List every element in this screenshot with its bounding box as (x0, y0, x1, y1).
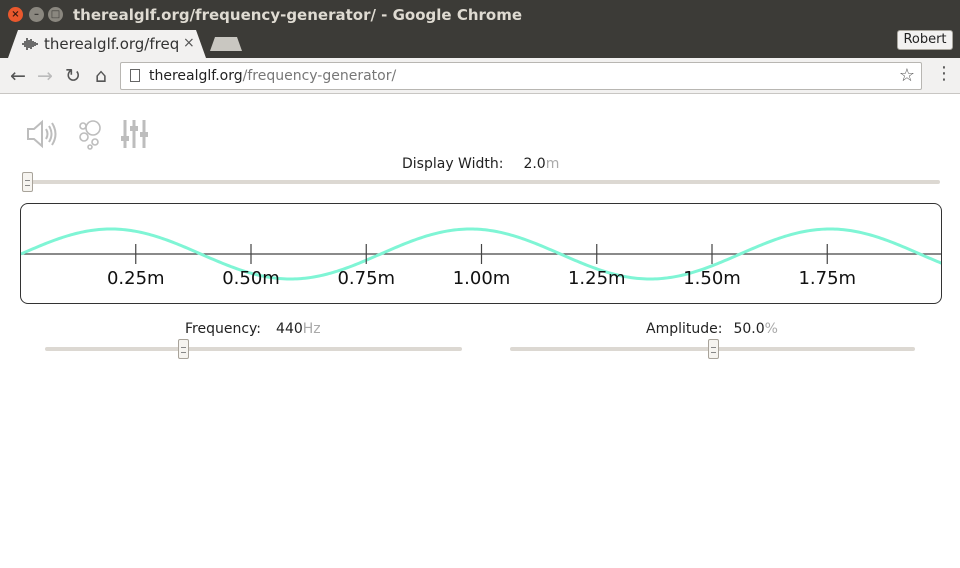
tab-close-icon[interactable]: × (183, 35, 195, 51)
display-width-slider-track[interactable] (22, 180, 940, 184)
waveform-tick-label: 1.50m (683, 268, 741, 289)
url-text[interactable]: therealglf.org/frequency-generator/ (149, 68, 396, 84)
window-close-button[interactable]: × (8, 7, 23, 22)
waveform-tick-label: 1.00m (453, 268, 511, 289)
bubbles-icon[interactable] (75, 117, 107, 151)
address-bar[interactable]: therealglf.org/frequency-generator/ ☆ (120, 62, 922, 90)
back-arrow-icon[interactable]: ← (6, 64, 30, 88)
frequency-label: Frequency: (185, 321, 262, 337)
frequency-value: 440 (276, 321, 303, 337)
frequency-label-row: Frequency: 440Hz (185, 321, 321, 337)
forward-arrow-icon[interactable]: → (33, 64, 57, 88)
waveform-display: 0.25m 0.50m 0.75m 1.00m 1.25m 1.50m 1.75m (20, 203, 942, 304)
speaker-icon[interactable] (25, 117, 57, 151)
new-tab-button[interactable] (210, 37, 242, 51)
page-content: Display Width: 2.0m 0.25m 0.50m 0.75m 1.00m 1… (0, 95, 960, 568)
waveform-tick-label: 1.75m (798, 268, 856, 289)
page-icon (130, 69, 140, 82)
waveform-tick-label: 0.50m (222, 268, 280, 289)
profile-button[interactable]: Robert (897, 30, 953, 50)
display-width-unit: m (545, 156, 560, 172)
tab-strip: therealglf.org/freq × Robert (0, 30, 960, 58)
amplitude-label: Amplitude: (646, 321, 723, 337)
sliders-icon[interactable] (120, 117, 152, 151)
display-width-label: Display Width: (402, 156, 504, 172)
tab-frequency-generator[interactable]: therealglf.org/freq × (8, 30, 206, 58)
waveform-canvas: 0.25m 0.50m 0.75m 1.00m 1.25m 1.50m 1.75m (21, 227, 941, 289)
amplitude-slider-thumb[interactable] (707, 339, 719, 359)
amplitude-unit: % (764, 321, 778, 337)
tab-title: therealglf.org/freq (44, 35, 180, 53)
home-icon[interactable]: ⌂ (89, 64, 113, 88)
display-width-slider-thumb[interactable] (22, 172, 33, 192)
display-width-label-row: Display Width: 2.0m (402, 156, 559, 172)
window-minimize-button[interactable]: – (29, 7, 44, 22)
url-path: /frequency-generator/ (242, 68, 397, 84)
window-titlebar: × – □ therealglf.org/frequency-generator… (0, 0, 960, 30)
waveform-tick-label: 0.75m (337, 268, 395, 289)
reload-icon[interactable]: ↻ (61, 64, 85, 88)
frequency-unit: Hz (302, 321, 321, 337)
waveform-icon (22, 38, 38, 50)
frequency-slider-thumb[interactable] (177, 339, 189, 359)
browser-menu-icon[interactable]: ⋮ (935, 63, 953, 84)
amplitude-label-row: Amplitude: 50.0% (646, 321, 778, 337)
url-host: therealglf.org (149, 68, 243, 84)
frequency-slider-track[interactable] (45, 347, 462, 351)
waveform-tick-label: 1.25m (568, 268, 626, 289)
bookmark-star-icon[interactable]: ☆ (899, 65, 915, 86)
waveform-tick-label: 0.25m (107, 268, 165, 289)
browser-toolbar: ← → ↻ ⌂ therealglf.org/frequency-generat… (0, 58, 960, 94)
amplitude-value: 50.0 (733, 321, 765, 337)
display-width-value: 2.0 (523, 156, 546, 172)
window-maximize-button[interactable]: □ (48, 7, 63, 22)
window-title: therealglf.org/frequency-generator/ - Go… (73, 6, 523, 24)
